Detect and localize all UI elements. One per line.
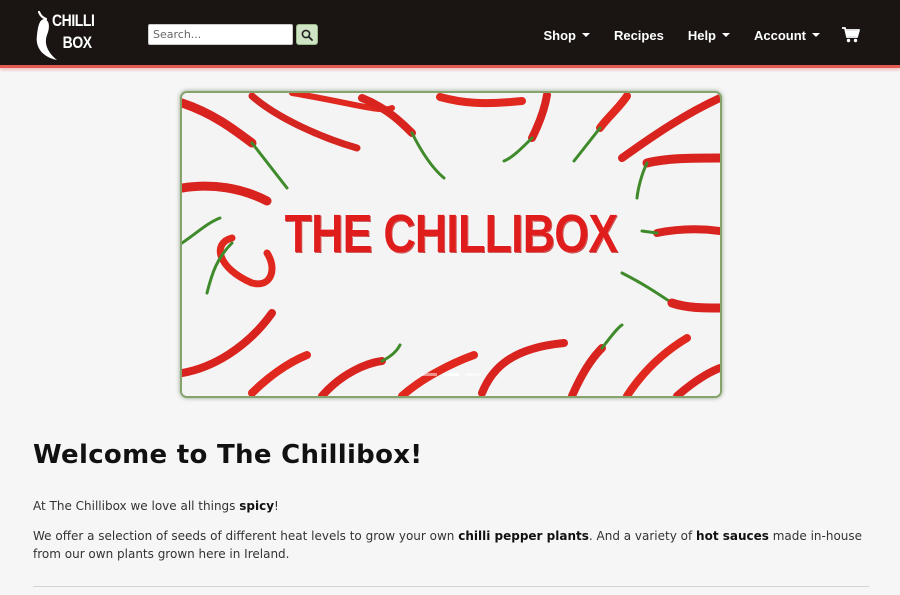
nav-shop-label: Shop: [543, 27, 576, 43]
page-title: Welcome to The Chillibox!: [33, 440, 423, 470]
text: !: [274, 499, 279, 513]
text: At The Chillibox we love all things: [33, 499, 240, 513]
logo-line-1: CHILLI: [52, 11, 95, 30]
nav-help[interactable]: Help: [688, 28, 730, 43]
intro-paragraph-2: We offer a selection of seeds of differe…: [33, 527, 869, 563]
emphasis: hot sauces: [696, 529, 769, 543]
nav-account[interactable]: Account: [754, 28, 820, 43]
shopping-cart-icon: [842, 27, 860, 43]
nav-recipes[interactable]: Recipes: [614, 28, 664, 43]
main-nav: Shop Recipes Help Account: [519, 24, 860, 46]
nav-account-label: Account: [754, 27, 806, 43]
emphasis: chilli pepper plants: [458, 529, 589, 543]
logo[interactable]: CHILLI BOX: [30, 8, 102, 60]
text: We offer a selection of seeds of differe…: [33, 529, 459, 543]
logo-line-2: BOX: [62, 33, 92, 52]
hero-title: THE CHILLIBOX: [284, 204, 619, 264]
cart-button[interactable]: [842, 27, 860, 43]
search-form: [148, 24, 318, 45]
carousel-indicator[interactable]: [421, 373, 437, 376]
nav-help-label: Help: [687, 27, 716, 43]
caret-down-icon: [581, 33, 590, 37]
carousel-indicator[interactable]: [443, 373, 459, 376]
caret-down-icon: [722, 33, 730, 37]
search-button[interactable]: [296, 24, 318, 45]
search-icon: [301, 29, 313, 41]
logo-text: CHILLI BOX: [52, 10, 95, 54]
nav-recipes-label: Recipes: [613, 27, 664, 43]
intro-paragraph-1: At The Chillibox we love all things spic…: [33, 497, 869, 515]
divider: [33, 586, 869, 587]
caret-down-icon: [812, 33, 820, 37]
nav-shop[interactable]: Shop: [543, 28, 590, 43]
emphasis: spicy: [239, 499, 275, 513]
hero-carousel: THE CHILLIBOX: [180, 91, 722, 398]
intro-section: Welcome to The Chillibox! At The Chillib…: [33, 440, 869, 563]
carousel-indicators: [182, 373, 720, 376]
carousel-indicator[interactable]: [465, 373, 481, 376]
text: . And a variety of: [588, 529, 697, 543]
navbar: CHILLI BOX Shop Recipes Help Account: [0, 0, 900, 68]
search-input[interactable]: [148, 24, 293, 45]
